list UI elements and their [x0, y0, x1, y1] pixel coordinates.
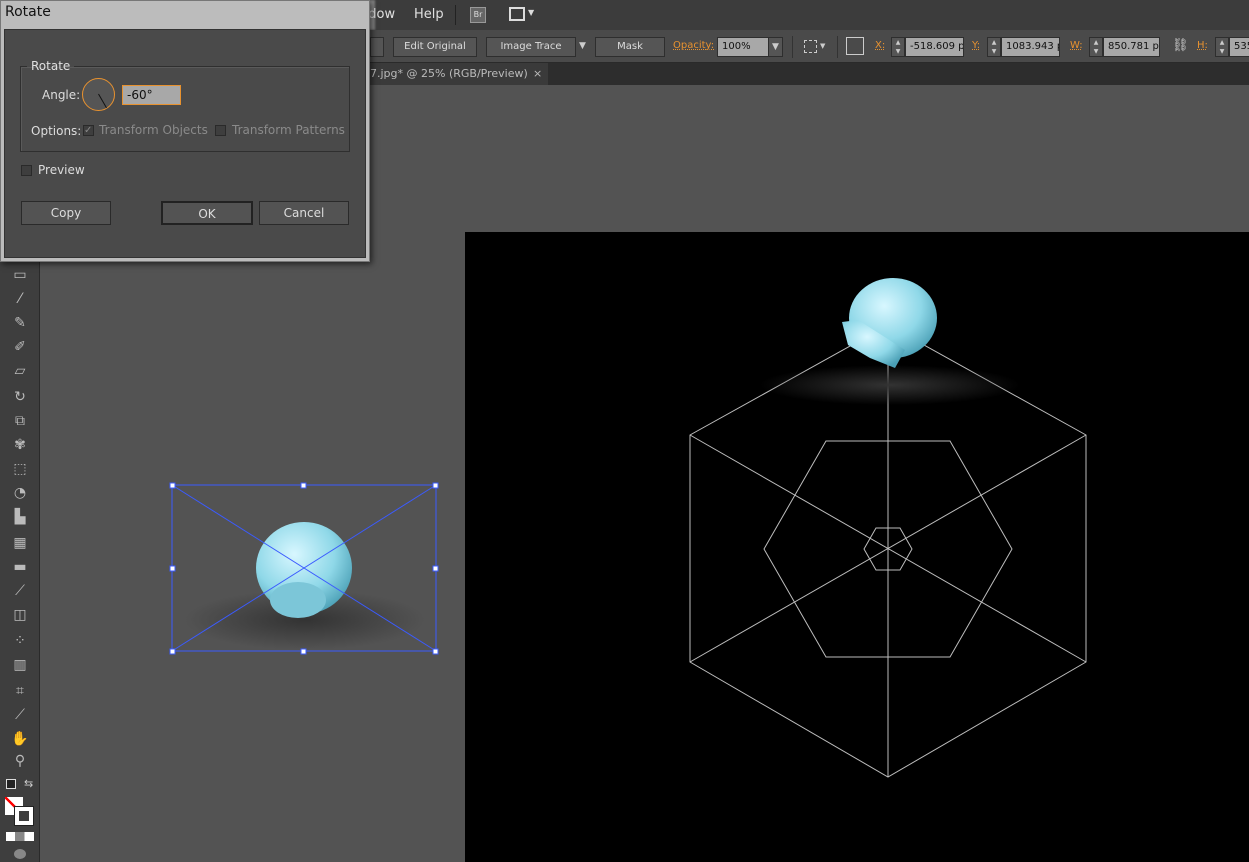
angle-label: Angle:: [42, 88, 81, 102]
rotate-group: Rotate: [20, 59, 350, 152]
rotate-group-label: Rotate: [31, 59, 71, 73]
transform-objects-checkbox[interactable]: ✓: [83, 125, 94, 136]
copy-button[interactable]: Copy: [21, 201, 111, 225]
ok-button[interactable]: OK: [161, 201, 253, 225]
angle-dial-needle: [98, 93, 107, 109]
preview-label: Preview: [38, 163, 85, 177]
options-label: Options:: [31, 124, 82, 138]
dialog-body: Rotate Angle: -60° Options: ✓ Transform …: [4, 29, 366, 258]
angle-dial[interactable]: [82, 78, 115, 111]
transform-patterns-label: Transform Patterns: [232, 123, 345, 137]
cancel-button[interactable]: Cancel: [259, 201, 349, 225]
preview-checkbox[interactable]: [21, 165, 32, 176]
transform-patterns-checkbox[interactable]: [215, 125, 226, 136]
rotate-dialog: Rotate Rotate Angle: -60° Options: ✓ Tra…: [0, 0, 370, 262]
head-image-artboard: [760, 278, 1020, 405]
dialog-title: Rotate: [5, 4, 51, 20]
head-image-selected: [185, 522, 425, 650]
angle-input[interactable]: -60°: [122, 85, 181, 105]
transform-objects-label: Transform Objects: [99, 123, 208, 137]
